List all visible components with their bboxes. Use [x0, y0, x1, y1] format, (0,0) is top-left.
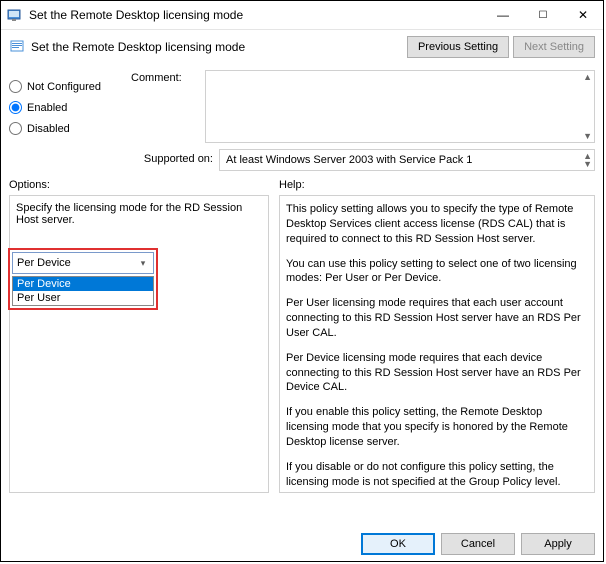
radio-disabled[interactable]: Disabled [9, 122, 127, 135]
chevron-down-icon: ▾ [136, 256, 150, 270]
scroll-up-icon[interactable]: ▲ [583, 72, 592, 82]
toolbar: Set the Remote Desktop licensing mode Pr… [1, 30, 603, 60]
comment-field[interactable]: ▲ ▼ [205, 70, 595, 143]
help-text: This policy setting allows you to specif… [286, 202, 588, 247]
window-title: Set the Remote Desktop licensing mode [29, 8, 483, 22]
supported-label: Supported on: [131, 149, 219, 171]
cancel-button[interactable]: Cancel [441, 533, 515, 555]
help-pane: This policy setting allows you to specif… [279, 195, 595, 493]
state-radio-group: Not Configured Enabled Disabled [9, 64, 127, 143]
app-icon [7, 7, 23, 23]
options-pane: Specify the licensing mode for the RD Se… [9, 195, 269, 493]
minimize-button[interactable]: — [483, 1, 523, 29]
specify-text: Specify the licensing mode for the RD Se… [16, 202, 262, 226]
ok-button[interactable]: OK [361, 533, 435, 555]
previous-setting-button[interactable]: Previous Setting [407, 36, 509, 58]
policy-icon [9, 39, 25, 55]
scroll-down-icon[interactable]: ▼ [583, 159, 592, 169]
maximize-button[interactable]: ☐ [523, 1, 563, 29]
policy-title: Set the Remote Desktop licensing mode [31, 40, 403, 54]
scroll-down-icon[interactable]: ▼ [583, 131, 592, 141]
apply-button[interactable]: Apply [521, 533, 595, 555]
comment-label: Comment: [131, 64, 201, 143]
help-text: If you enable this policy setting, the R… [286, 405, 588, 450]
help-label: Help: [279, 179, 595, 191]
radio-enabled[interactable]: Enabled [9, 101, 127, 114]
help-text: Per User licensing mode requires that ea… [286, 296, 588, 341]
help-text: You can use this policy setting to selec… [286, 257, 588, 287]
next-setting-button[interactable]: Next Setting [513, 36, 595, 58]
dropdown-list: Per Device Per User [12, 276, 154, 306]
dropdown-option-per-user[interactable]: Per User [13, 291, 153, 305]
radio-not-configured[interactable]: Not Configured [9, 80, 127, 93]
dropdown-option-per-device[interactable]: Per Device [13, 277, 153, 291]
supported-field: At least Windows Server 2003 with Servic… [219, 149, 595, 171]
help-text: Per Device licensing mode requires that … [286, 351, 588, 396]
help-text: If you disable or do not configure this … [286, 460, 588, 490]
footer-buttons: OK Cancel Apply [361, 533, 595, 555]
licensing-mode-dropdown-highlight: Per Device ▾ Per Device Per User [8, 248, 158, 310]
title-bar: Set the Remote Desktop licensing mode — … [1, 1, 603, 30]
licensing-mode-dropdown[interactable]: Per Device ▾ [12, 252, 154, 274]
close-button[interactable]: ✕ [563, 1, 603, 29]
dropdown-value: Per Device [17, 257, 71, 269]
options-label: Options: [9, 179, 269, 191]
